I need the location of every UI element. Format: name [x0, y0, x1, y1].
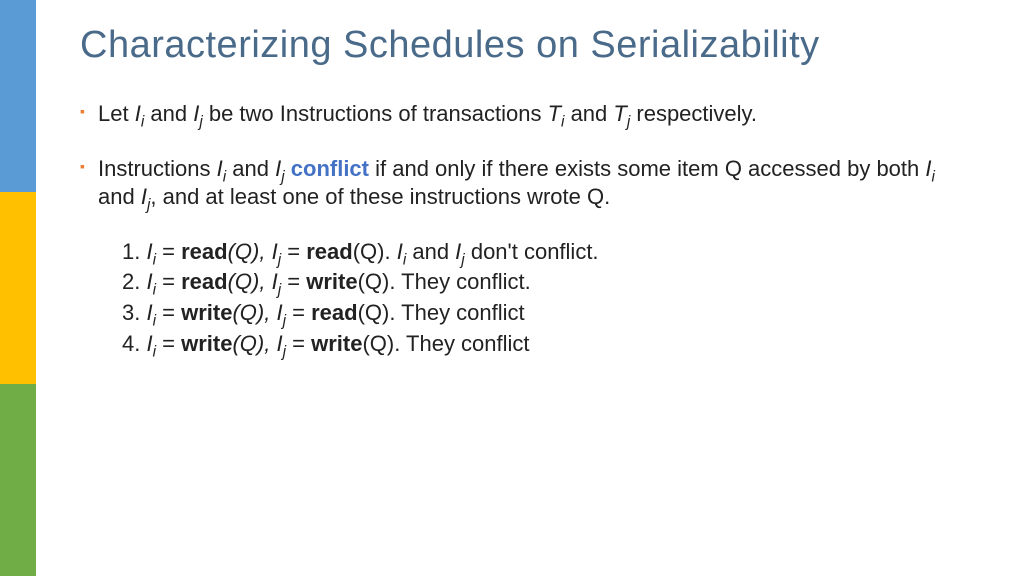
var: T	[548, 101, 561, 126]
text: Instructions	[98, 156, 217, 181]
var: T	[613, 101, 626, 126]
var-Tj: Tj	[613, 101, 630, 126]
var-Ij: Ij	[141, 184, 151, 209]
op-write: write	[181, 300, 232, 325]
text: They conflict.	[401, 269, 531, 294]
var-Ii: Ii	[925, 156, 935, 181]
case-1: 1. Ii = read(Q), Ij = read(Q). Ii and Ij…	[122, 238, 960, 267]
op-write: write	[311, 331, 362, 356]
var-Ii: Ii	[146, 239, 156, 264]
var-Ii: Ii	[146, 269, 156, 294]
q: (Q),	[232, 331, 276, 356]
num: 3.	[122, 300, 146, 325]
text: .	[384, 239, 396, 264]
case-2: 2. Ii = read(Q), Ij = write(Q). They con…	[122, 268, 960, 297]
text: .	[389, 300, 401, 325]
eq: =	[281, 239, 306, 264]
conflict-keyword: conflict	[291, 156, 369, 181]
eq: =	[156, 239, 181, 264]
bullet-2: Instructions Ii and Ij conflict if and o…	[80, 155, 960, 212]
text: if and only if there exists some item Q …	[369, 156, 925, 181]
case-3: 3. Ii = write(Q), Ij = read(Q). They con…	[122, 299, 960, 328]
text: They conflict	[401, 300, 525, 325]
var-Ti: Ti	[548, 101, 565, 126]
num: 1.	[122, 239, 146, 264]
bullet-1: Let Ii and Ij be two Instructions of tra…	[80, 100, 960, 129]
q: (Q),	[232, 300, 276, 325]
sidebar-blue	[0, 0, 36, 192]
case-list: 1. Ii = read(Q), Ij = read(Q). Ii and Ij…	[122, 238, 960, 358]
op-read: read	[181, 269, 227, 294]
text: respectively.	[630, 101, 757, 126]
eq: =	[156, 300, 181, 325]
var-Ij: Ij	[193, 101, 203, 126]
color-sidebar	[0, 0, 36, 576]
slide-content: Let Ii and Ij be two Instructions of tra…	[80, 100, 960, 360]
var-Ii: Ii	[146, 331, 156, 356]
eq: =	[156, 269, 181, 294]
var-Ij: Ij	[276, 300, 286, 325]
q: (Q),	[228, 239, 272, 264]
sidebar-yellow	[0, 192, 36, 384]
eq: =	[286, 331, 311, 356]
op-read: read	[181, 239, 227, 264]
var-Ij: Ij	[455, 239, 465, 264]
var-Ij: Ij	[276, 331, 286, 356]
sidebar-green	[0, 384, 36, 576]
text: .	[394, 331, 406, 356]
text: and	[564, 101, 613, 126]
eq: =	[281, 269, 306, 294]
text: and	[226, 156, 275, 181]
text: be two Instructions of transactions	[203, 101, 548, 126]
case-4: 4. Ii = write(Q), Ij = write(Q). They co…	[122, 330, 960, 359]
slide-title: Characterizing Schedules on Serializabil…	[80, 24, 820, 67]
q: (Q)	[362, 331, 394, 356]
op-write: write	[306, 269, 357, 294]
var-Ij: Ij	[272, 239, 282, 264]
num: 2.	[122, 269, 146, 294]
q: (Q)	[358, 300, 390, 325]
op-read: read	[311, 300, 357, 325]
eq: =	[156, 331, 181, 356]
var-Ii: Ii	[217, 156, 227, 181]
q: (Q)	[358, 269, 390, 294]
text: don't conflict.	[465, 239, 599, 264]
text: and	[406, 239, 455, 264]
text: and	[144, 101, 193, 126]
text: , and at least one of these instructions…	[150, 184, 610, 209]
q: (Q)	[353, 239, 385, 264]
var-Ii: Ii	[397, 239, 407, 264]
var-Ii: Ii	[135, 101, 145, 126]
op-write: write	[181, 331, 232, 356]
var-Ii: Ii	[146, 300, 156, 325]
text: They conflict	[406, 331, 530, 356]
text: Let	[98, 101, 135, 126]
text: .	[389, 269, 401, 294]
sub: i	[932, 168, 935, 185]
text: and	[98, 184, 141, 209]
q: (Q),	[228, 269, 272, 294]
op-read: read	[306, 239, 352, 264]
var-Ij: Ij	[275, 156, 285, 181]
var-Ij: Ij	[272, 269, 282, 294]
num: 4.	[122, 331, 146, 356]
eq: =	[286, 300, 311, 325]
